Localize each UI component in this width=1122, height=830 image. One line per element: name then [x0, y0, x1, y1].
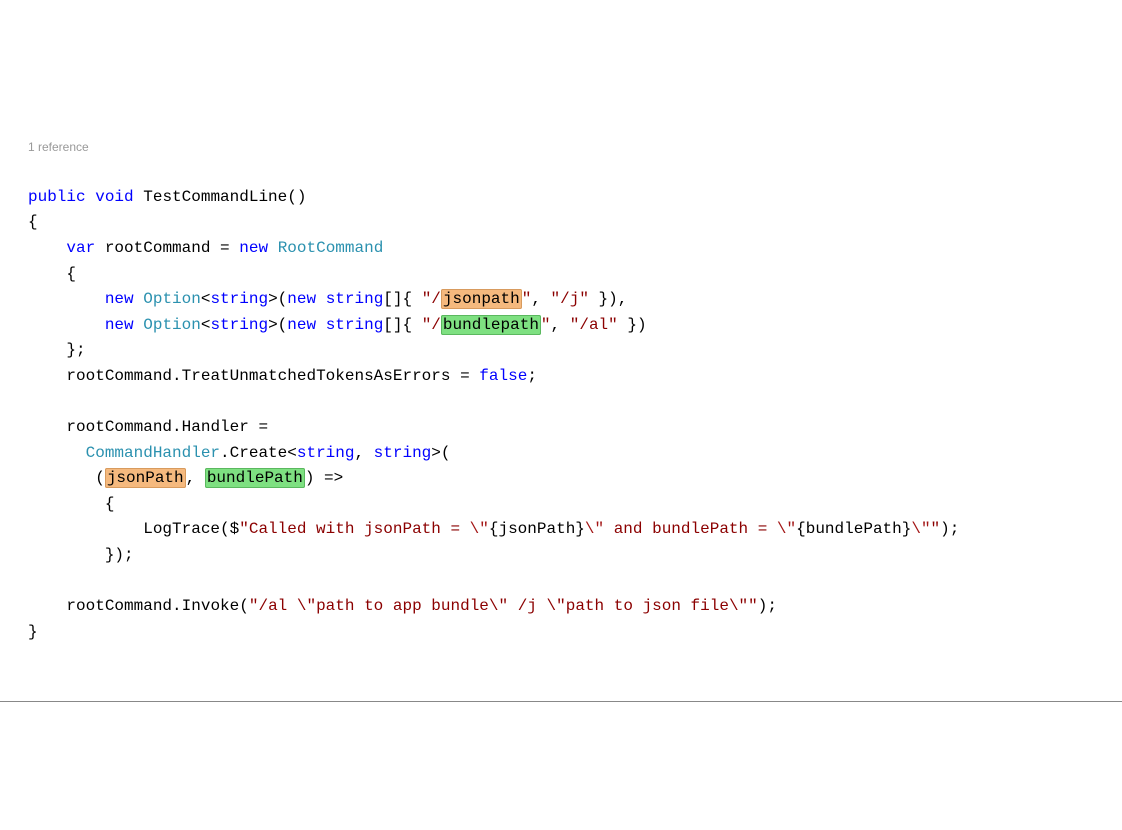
highlight-jsonPath-param: jsonPath: [105, 468, 186, 488]
bottom-border: [0, 701, 1122, 702]
var-rootCommand: rootCommand: [105, 239, 211, 257]
keyword-false: false: [479, 367, 527, 385]
string-escape: \": [777, 520, 796, 538]
highlight-bundlePath-param: bundlePath: [205, 468, 305, 488]
var-rootCommand: rootCommand: [66, 367, 172, 385]
keyword-string: string: [326, 290, 384, 308]
string-delim: ": [522, 290, 532, 308]
prop-Handler: Handler: [182, 418, 249, 436]
keyword-new: new: [105, 316, 134, 334]
type-RootCommand: RootCommand: [278, 239, 384, 257]
prop-TreatUnmatched: TreatUnmatchedTokensAsErrors: [182, 367, 451, 385]
type-Option: Option: [143, 316, 201, 334]
keyword-new: new: [287, 316, 316, 334]
string-delim: "/: [422, 316, 441, 334]
method-name: TestCommandLine: [143, 188, 287, 206]
string-part: and bundlePath =: [604, 520, 777, 538]
keyword-string: string: [210, 316, 268, 334]
method-Invoke: Invoke: [182, 597, 240, 615]
code-line: public void TestCommandLine() { var root…: [28, 188, 959, 641]
string-delim: ": [541, 316, 551, 334]
keyword-string: string: [210, 290, 268, 308]
string-al-alias: "/al": [570, 316, 618, 334]
string-invoke-arg: "/al \"path to app bundle\" /j \"path to…: [249, 597, 758, 615]
string-delim: "/: [422, 290, 441, 308]
keyword-new: new: [287, 290, 316, 308]
string-j-alias: "/j": [551, 290, 589, 308]
interp-bundlePath: {bundlePath}: [796, 520, 911, 538]
var-rootCommand: rootCommand: [66, 418, 172, 436]
method-Create: Create: [230, 444, 288, 462]
highlight-jsonpath: jsonpath: [441, 289, 522, 309]
type-Option: Option: [143, 290, 201, 308]
highlight-bundlepath: bundlepath: [441, 315, 541, 335]
keyword-string: string: [326, 316, 384, 334]
codelens-reference[interactable]: 1 reference: [28, 138, 1122, 157]
keyword-new: new: [239, 239, 268, 257]
string-escape: \": [911, 520, 930, 538]
string-escape: \": [470, 520, 489, 538]
code-editor[interactable]: 1 reference public void TestCommandLine(…: [0, 102, 1122, 655]
type-CommandHandler: CommandHandler: [86, 444, 220, 462]
string-escape: \": [585, 520, 604, 538]
keyword-void: void: [95, 188, 133, 206]
keyword-new: new: [105, 290, 134, 308]
string-end: ": [931, 520, 941, 538]
keyword-string: string: [297, 444, 355, 462]
var-rootCommand: rootCommand: [66, 597, 172, 615]
string-part: "Called with jsonPath =: [239, 520, 469, 538]
keyword-public: public: [28, 188, 86, 206]
keyword-string: string: [374, 444, 432, 462]
keyword-var: var: [66, 239, 95, 257]
method-LogTrace: LogTrace: [143, 520, 220, 538]
interp-jsonPath: {jsonPath}: [489, 520, 585, 538]
